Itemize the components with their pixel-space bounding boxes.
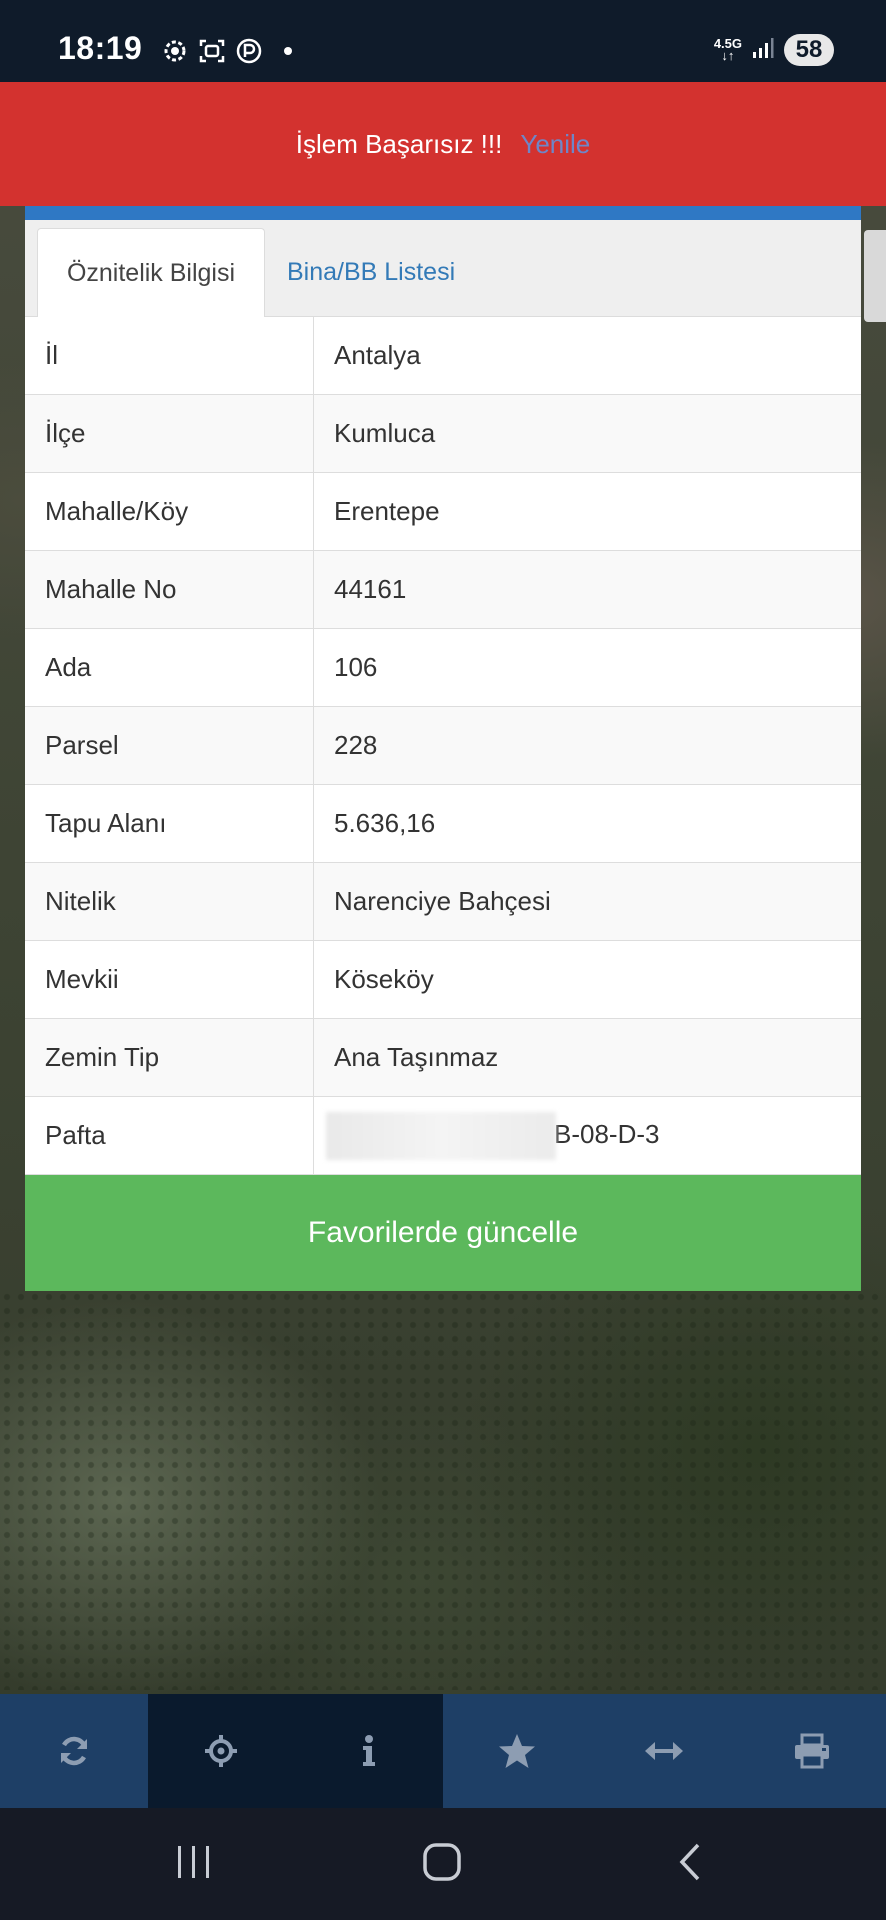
system-navigation-bar [0, 1808, 886, 1920]
attribute-value: Antalya [313, 317, 861, 395]
home-button[interactable] [412, 1838, 472, 1890]
attribute-value: B-08-D-3 [554, 1118, 660, 1149]
table-row: Mevkii Köseköy [25, 940, 861, 1019]
table-row: Tapu Alanı 5.636,16 [25, 784, 861, 863]
print-button[interactable] [738, 1694, 886, 1808]
more-notifications-dot-icon [284, 47, 292, 55]
panel-tabs: Öznitelik Bilgisi Bina/BB Listesi [25, 220, 861, 317]
table-row: Pafta B-08-D-3 [25, 1096, 861, 1175]
measure-button[interactable] [591, 1694, 739, 1808]
refresh-icon [56, 1733, 92, 1769]
attribute-value: Narenciye Bahçesi [313, 862, 861, 941]
attribute-key: İlçe [25, 394, 314, 473]
home-icon [422, 1842, 462, 1887]
attribute-value: 5.636,16 [313, 784, 861, 863]
screenshot-notification-icon [198, 38, 226, 64]
table-row: Mahalle No 44161 [25, 550, 861, 629]
attribute-key: Zemin Tip [25, 1018, 314, 1097]
attribute-key: Parsel [25, 706, 314, 785]
table-row: İl Antalya [25, 317, 861, 395]
status-time: 18:19 [58, 30, 143, 66]
info-button[interactable] [295, 1694, 443, 1808]
attribute-value-cell: B-08-D-3 [313, 1096, 861, 1175]
attribute-value: Kumluca [313, 394, 861, 473]
attribute-value: 44161 [313, 550, 861, 629]
table-row: Zemin Tip Ana Taşınmaz [25, 1018, 861, 1097]
notification-icons [162, 38, 292, 64]
bottom-toolbar [0, 1694, 886, 1808]
info-icon [359, 1733, 379, 1769]
attribute-key: Mevkii [25, 940, 314, 1019]
attribute-value: 106 [313, 628, 861, 707]
back-icon [676, 1842, 704, 1887]
retry-link[interactable]: Yenile [520, 129, 590, 160]
redacted-region [326, 1111, 556, 1160]
error-banner: İşlem Başarısız !!! Yenile [0, 82, 886, 206]
table-row: Ada 106 [25, 628, 861, 707]
locate-button[interactable] [147, 1694, 296, 1808]
table-row: İlçe Kumluca [25, 394, 861, 473]
error-message: İşlem Başarısız !!! [295, 128, 503, 159]
attribute-value: Ana Taşınmaz [313, 1018, 861, 1097]
crosshair-icon [203, 1733, 239, 1769]
update-favorites-button[interactable]: Favorilerde güncelle [25, 1175, 861, 1291]
parcel-info-panel: Öznitelik Bilgisi Bina/BB Listesi İl Ant… [25, 206, 861, 1291]
panel-accent-bar [25, 206, 861, 220]
favorites-button[interactable] [443, 1694, 591, 1808]
app-notification-icon [236, 38, 262, 64]
attribute-key: Ada [25, 628, 314, 707]
back-button[interactable] [660, 1838, 720, 1890]
measure-icon [644, 1739, 684, 1763]
gear-notification-icon [162, 38, 188, 64]
recent-apps-icon [174, 1844, 214, 1885]
attribute-key: Mahalle/Köy [25, 472, 314, 551]
attribute-key: Mahalle No [25, 550, 314, 629]
network-activity-arrows: ↓↑ [721, 48, 735, 63]
attribute-value: 228 [313, 706, 861, 785]
attribute-key: Nitelik [25, 862, 314, 941]
attribute-key: İl [25, 317, 314, 395]
status-right: 4.5G ↓↑ 58 [714, 34, 834, 66]
recent-apps-button[interactable] [164, 1838, 224, 1890]
attribute-value: Köseköy [313, 940, 861, 1019]
table-row: Mahalle/Köy Erentepe [25, 472, 861, 551]
attribute-key: Pafta [25, 1096, 314, 1175]
star-icon [498, 1733, 536, 1769]
battery-level: 58 [784, 34, 834, 66]
tab-building-list[interactable]: Bina/BB Listesi [287, 228, 455, 316]
side-panel-handle[interactable] [864, 230, 886, 322]
map-orchard-texture [0, 1290, 886, 1690]
tab-attribute-info[interactable]: Öznitelik Bilgisi [37, 228, 265, 317]
attribute-table: İl Antalya İlçe Kumluca Mahalle/Köy Eren… [25, 317, 861, 1175]
refresh-button[interactable] [0, 1694, 148, 1808]
attribute-value: Erentepe [313, 472, 861, 551]
table-row: Parsel 228 [25, 706, 861, 785]
table-row: Nitelik Narenciye Bahçesi [25, 862, 861, 941]
signal-strength-icon [752, 37, 774, 64]
print-icon [793, 1733, 831, 1769]
network-type: 4.5G ↓↑ [714, 37, 742, 63]
status-bar: 18:19 4.5G ↓↑ 58 [0, 0, 886, 82]
attribute-key: Tapu Alanı [25, 784, 314, 863]
